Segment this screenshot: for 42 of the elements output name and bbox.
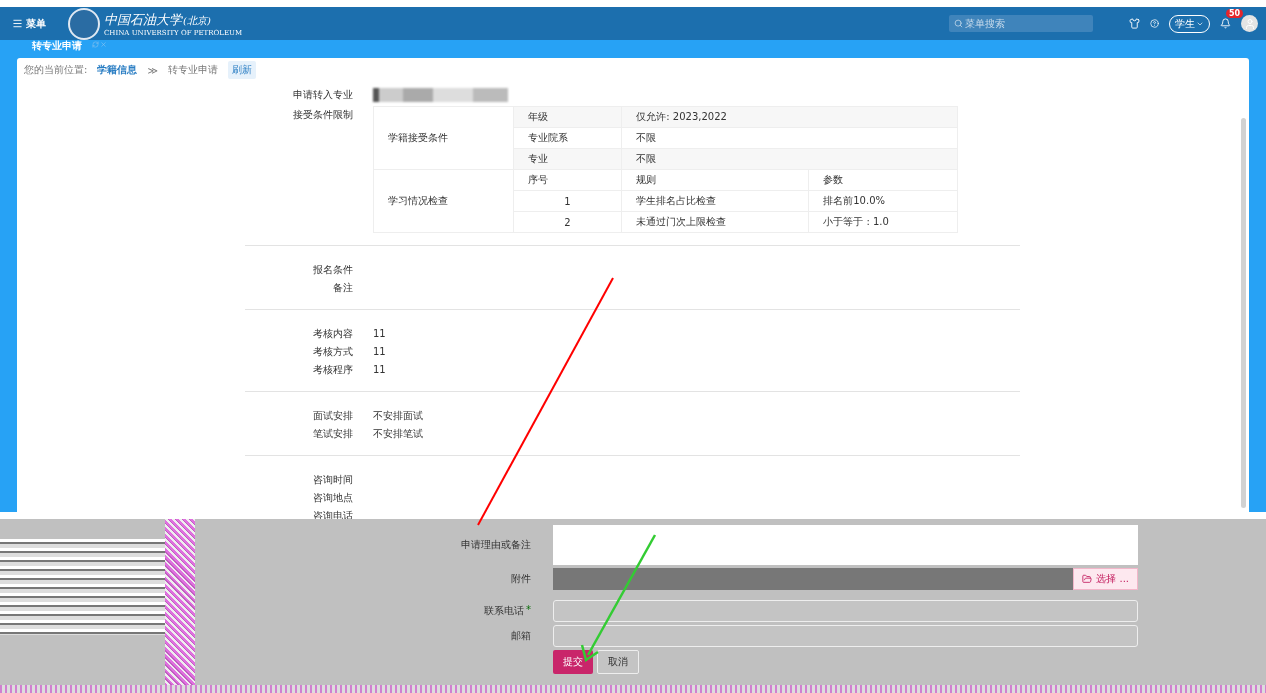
- field-value: 11: [373, 363, 387, 377]
- field-value: 不安排笔试: [373, 427, 424, 441]
- field-label: 咨询时间: [312, 473, 353, 487]
- page-title: 转专业申请: [32, 40, 82, 51]
- table-cell: 不限: [621, 127, 958, 149]
- field-label: 笔试安排: [312, 427, 353, 441]
- cancel-button[interactable]: 取消: [597, 650, 639, 674]
- breadcrumb-current: 转专业申请: [167, 63, 218, 77]
- field-label: 联系电话: [484, 604, 524, 618]
- field-value: 不安排面试: [373, 409, 424, 423]
- file-input[interactable]: 选择 ...: [553, 568, 1138, 590]
- table-cell: 仅允许: 2023,2022: [621, 106, 958, 128]
- field-label: 考核方式: [312, 345, 353, 359]
- breadcrumb-separator: ≫: [147, 64, 158, 76]
- choose-file-button[interactable]: 选择 ...: [1073, 568, 1138, 590]
- field-label: 申请转入专业: [292, 88, 353, 102]
- field-value: 11: [373, 345, 387, 359]
- field-label: 备注: [332, 281, 353, 295]
- field-label: 附件: [510, 572, 531, 586]
- table-cell: 学籍接受条件: [373, 106, 514, 170]
- field-label: 报名条件: [312, 263, 353, 277]
- notification-count: 50: [1226, 9, 1244, 18]
- menu-search-field[interactable]: 菜单搜索: [949, 15, 1093, 32]
- field-label: 面试安排: [312, 409, 353, 423]
- submit-button[interactable]: 提交: [553, 650, 593, 674]
- menu-button[interactable]: 菜单: [12, 16, 46, 31]
- field-value: 11: [373, 327, 387, 341]
- refresh-button[interactable]: 刷新: [227, 61, 256, 79]
- logo-subtitle: (北京): [183, 14, 211, 28]
- table-cell: 不限: [621, 148, 958, 170]
- field-label: 邮箱: [510, 629, 531, 643]
- breadcrumb-link[interactable]: 学籍信息: [97, 63, 138, 77]
- field-label: 申请理由或备注: [460, 538, 531, 552]
- field-label: 考核内容: [312, 327, 353, 341]
- field-label: 接受条件限制: [292, 108, 353, 122]
- breadcrumb-label: 您的当前位置:: [24, 63, 88, 77]
- field-label: 咨询地点: [312, 491, 353, 505]
- field-label: 考核程序: [312, 363, 353, 377]
- required-mark: *: [526, 604, 531, 617]
- table-cell: 学习情况检查: [373, 169, 514, 233]
- table-cell: 年级: [513, 106, 622, 128]
- logo-title: 中国石油大学: [104, 10, 182, 29]
